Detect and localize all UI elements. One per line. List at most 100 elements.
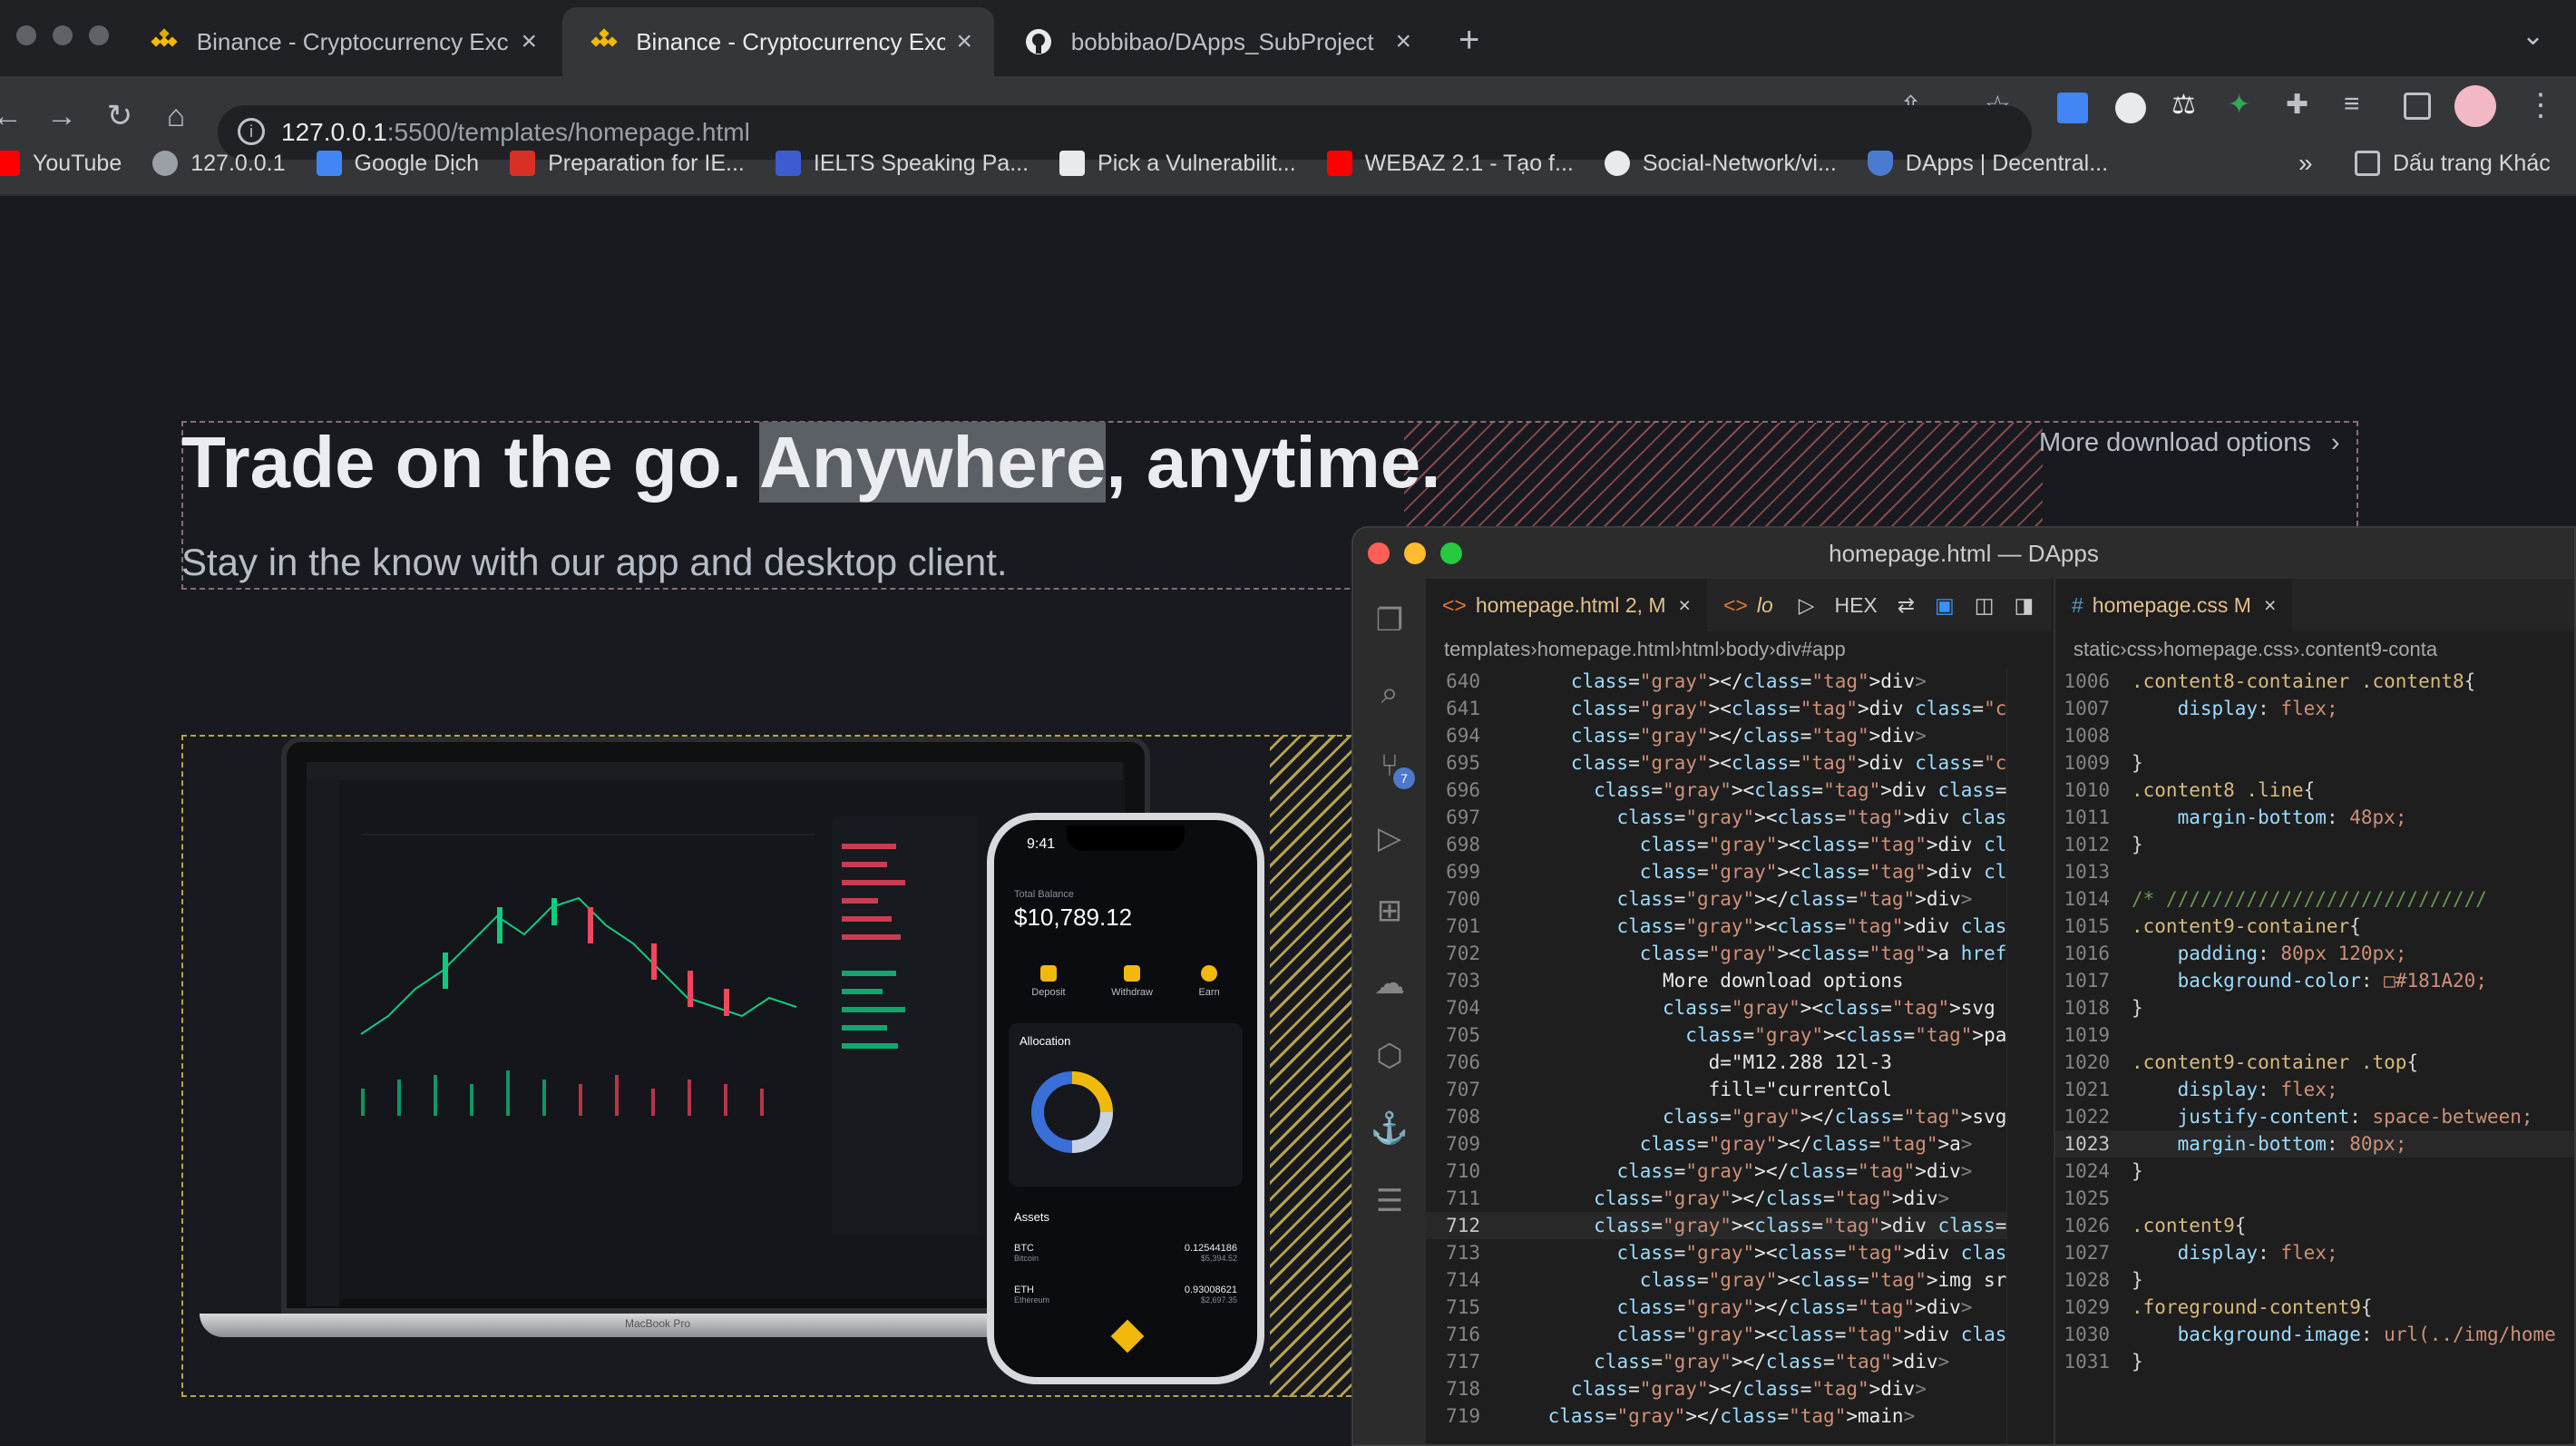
home-icon[interactable]: ⌂ [151,91,201,142]
code-line[interactable]: 1021 display: flex; [2055,1076,2574,1103]
preview-icon[interactable]: ◫ [1975,593,1995,618]
live-share-icon[interactable]: ▣ [1935,593,1955,618]
new-tab-button[interactable]: + [1459,20,1479,61]
breadcrumb-item[interactable]: templates [1444,638,1530,661]
reading-list-icon[interactable]: ≡ [2344,89,2360,120]
breadcrumb-item[interactable]: .content9-conta [2299,638,2437,661]
code-line[interactable]: 717 class="gray"></class="tag">div> [1426,1348,2052,1375]
code-line[interactable]: 718 class="gray"></class="tag">div> [1426,1375,2052,1402]
code-line[interactable]: 705 class="gray"><class="tag">path fill-… [1426,1021,2052,1049]
code-line[interactable]: 719 class="gray"></class="tag">main> [1426,1402,2052,1430]
code-line[interactable]: 1012} [2055,831,2574,858]
code-line[interactable]: 1027 display: flex; [2055,1239,2574,1266]
browser-tab[interactable]: Binance - Cryptocurrency Exch × [123,7,559,76]
code-line[interactable]: 1026 .content9{ [2055,1212,2574,1239]
tab-homepage-css[interactable]: # homepage.css M × [2055,579,2293,631]
code-line[interactable]: 1007 display: flex; [2055,695,2574,722]
other-bookmarks-folder[interactable]: Dấu trang Khác [2355,151,2551,177]
code-line[interactable]: 703 More download options [1426,967,2052,994]
bookmark-item[interactable]: Pick a Vulnerabilit... [1059,151,1296,177]
code-line[interactable]: 1024} [2055,1158,2574,1185]
minimap[interactable] [2006,668,2052,1444]
code-line[interactable]: 696 class="gray"><class="tag">div class=… [1426,777,2052,804]
bookmark-item[interactable]: 127.0.0.1 [152,151,286,177]
code-line[interactable]: 1030 background-image: url(../img/home [2055,1321,2574,1348]
code-line[interactable]: 709 class="gray"></class="tag">a> [1426,1130,2052,1158]
code-line[interactable]: 704 class="gray"><class="tag">svg xmlns=… [1426,994,2052,1021]
deploy-icon[interactable]: ⚓ [1370,1109,1410,1148]
tab-search-chevron-icon[interactable]: ⌄ [2522,20,2544,52]
compare-icon[interactable]: ⇄ [1898,593,1915,618]
code-line[interactable]: 1015 .content9-container{ [2055,913,2574,940]
code-line[interactable]: 1009} [2055,749,2574,777]
extension-icon[interactable]: ⚖ [2171,89,2196,121]
code-line[interactable]: 710 class="gray"></class="tag">div> [1426,1158,2052,1185]
code-line[interactable]: 695 class="gray"><class="tag">div class=… [1426,749,2052,777]
tab-second-file[interactable]: <> lo [1707,579,1790,631]
code-line[interactable]: 1031} [2055,1348,2574,1375]
code-line[interactable]: 712 class="gray"><class="tag">div class=… [1426,1212,2052,1239]
code-line[interactable]: 711 class="gray"></class="tag">div> [1426,1185,2052,1212]
browser-tab-active[interactable]: Binance - Cryptocurrency Exch × [562,7,994,76]
code-line[interactable]: 1014 /* //////////////////////////// [2055,885,2574,913]
code-line[interactable]: 714 class="gray"><class="tag">img src=".… [1426,1266,2052,1294]
extension-icon[interactable]: ✦ [2228,89,2250,121]
breadcrumb-item[interactable]: body [1726,638,1770,661]
code-line[interactable]: 1023 margin-bottom: 80px; [2055,1130,2574,1158]
code-line[interactable]: 715 class="gray"></class="tag">div> [1426,1294,2052,1321]
explorer-icon[interactable]: ❐ [1370,601,1410,640]
puzzle-extensions-icon[interactable]: ✚ [2286,89,2308,121]
outline-icon[interactable]: ☰ [1370,1181,1410,1221]
css-code-area[interactable]: 1006 .content8-container .content8{1007 d… [2055,668,2574,1375]
code-line[interactable]: 1022 justify-content: space-between; [2055,1103,2574,1130]
close-tab-icon[interactable]: × [521,26,537,57]
docker-icon[interactable]: ☁ [1370,963,1410,1003]
reload-icon[interactable]: ↻ [94,91,145,142]
code-line[interactable]: 1018} [2055,994,2574,1021]
code-line[interactable]: 713 class="gray"><class="tag">div class=… [1426,1239,2052,1266]
code-line[interactable]: 1017 background-color: □#181A20; [2055,967,2574,994]
code-line[interactable]: 1020 .content9-container .top{ [2055,1049,2574,1076]
breadcrumb-item[interactable]: css [2127,638,2157,661]
code-line[interactable]: 716 class="gray"><class="tag">div class=… [1426,1321,2052,1348]
breadcrumb-item[interactable]: div#app [1776,638,1846,661]
breadcrumb-item[interactable]: static [2073,638,2120,661]
bookmark-item[interactable]: Preparation for IE... [510,151,745,177]
bookmark-item[interactable]: Social-Network/vi... [1604,151,1837,177]
more-download-options-link[interactable]: More download options › [2039,428,2340,458]
code-line[interactable]: 701 class="gray"><class="tag">div class=… [1426,913,2052,940]
split-editor-icon[interactable]: ◨ [2015,593,2034,618]
code-line[interactable]: 1006 .content8-container .content8{ [2055,668,2574,695]
minimize-window-icon[interactable] [53,25,73,45]
hex-icon[interactable]: HEX [1834,593,1877,618]
code-line[interactable]: 1019 [2055,1021,2574,1049]
breadcrumb-item[interactable]: html [1682,638,1720,661]
profile-avatar[interactable] [2454,85,2496,127]
code-line[interactable]: 1008 [2055,722,2574,749]
code-line[interactable]: 641 class="gray"><class="tag">div class=… [1426,695,2052,722]
code-line[interactable]: 694 class="gray"></class="tag">div> [1426,722,2052,749]
code-line[interactable]: 702 class="gray"><class="tag">a href="" … [1426,940,2052,967]
source-control-icon[interactable]: ⑂ 7 [1370,746,1415,789]
back-arrow-icon[interactable]: ← [0,91,33,142]
extension-icon[interactable] [2115,93,2146,123]
html-code-area[interactable]: 640 class="gray"></class="tag">div> 641 c… [1426,668,2052,1430]
zoom-window-icon[interactable] [89,25,109,45]
run-icon[interactable]: ▷ [1799,593,1815,618]
code-line[interactable]: 1025 [2055,1185,2574,1212]
bookmark-item[interactable]: IELTS Speaking Pa... [775,151,1029,177]
code-line[interactable]: 1013 [2055,858,2574,885]
browser-tab[interactable]: bobbibao/DApps_SubProject × [998,7,1433,76]
code-line[interactable]: 1011 margin-bottom: 48px; [2055,804,2574,831]
run-debug-icon[interactable]: ▷ [1370,818,1410,858]
code-line[interactable]: 707 fill="currentCol [1426,1076,2052,1103]
bookmark-item[interactable]: Google Dịch [316,151,479,177]
forward-arrow-icon[interactable]: → [36,91,87,142]
code-line[interactable]: 699 class="gray"><class="tag">div class=… [1426,858,2052,885]
close-tab-icon[interactable]: × [1679,593,1691,618]
bookmark-item[interactable]: YouTube [0,151,122,177]
code-line[interactable]: 1029 .foreground-content9{ [2055,1294,2574,1321]
menu-kebab-icon[interactable]: ⋮ [2525,87,2556,123]
bookmark-item[interactable]: WEBAZ 2.1 - Tạo f... [1326,151,1574,177]
tab-homepage-html[interactable]: <> homepage.html 2, M × [1426,579,1707,631]
